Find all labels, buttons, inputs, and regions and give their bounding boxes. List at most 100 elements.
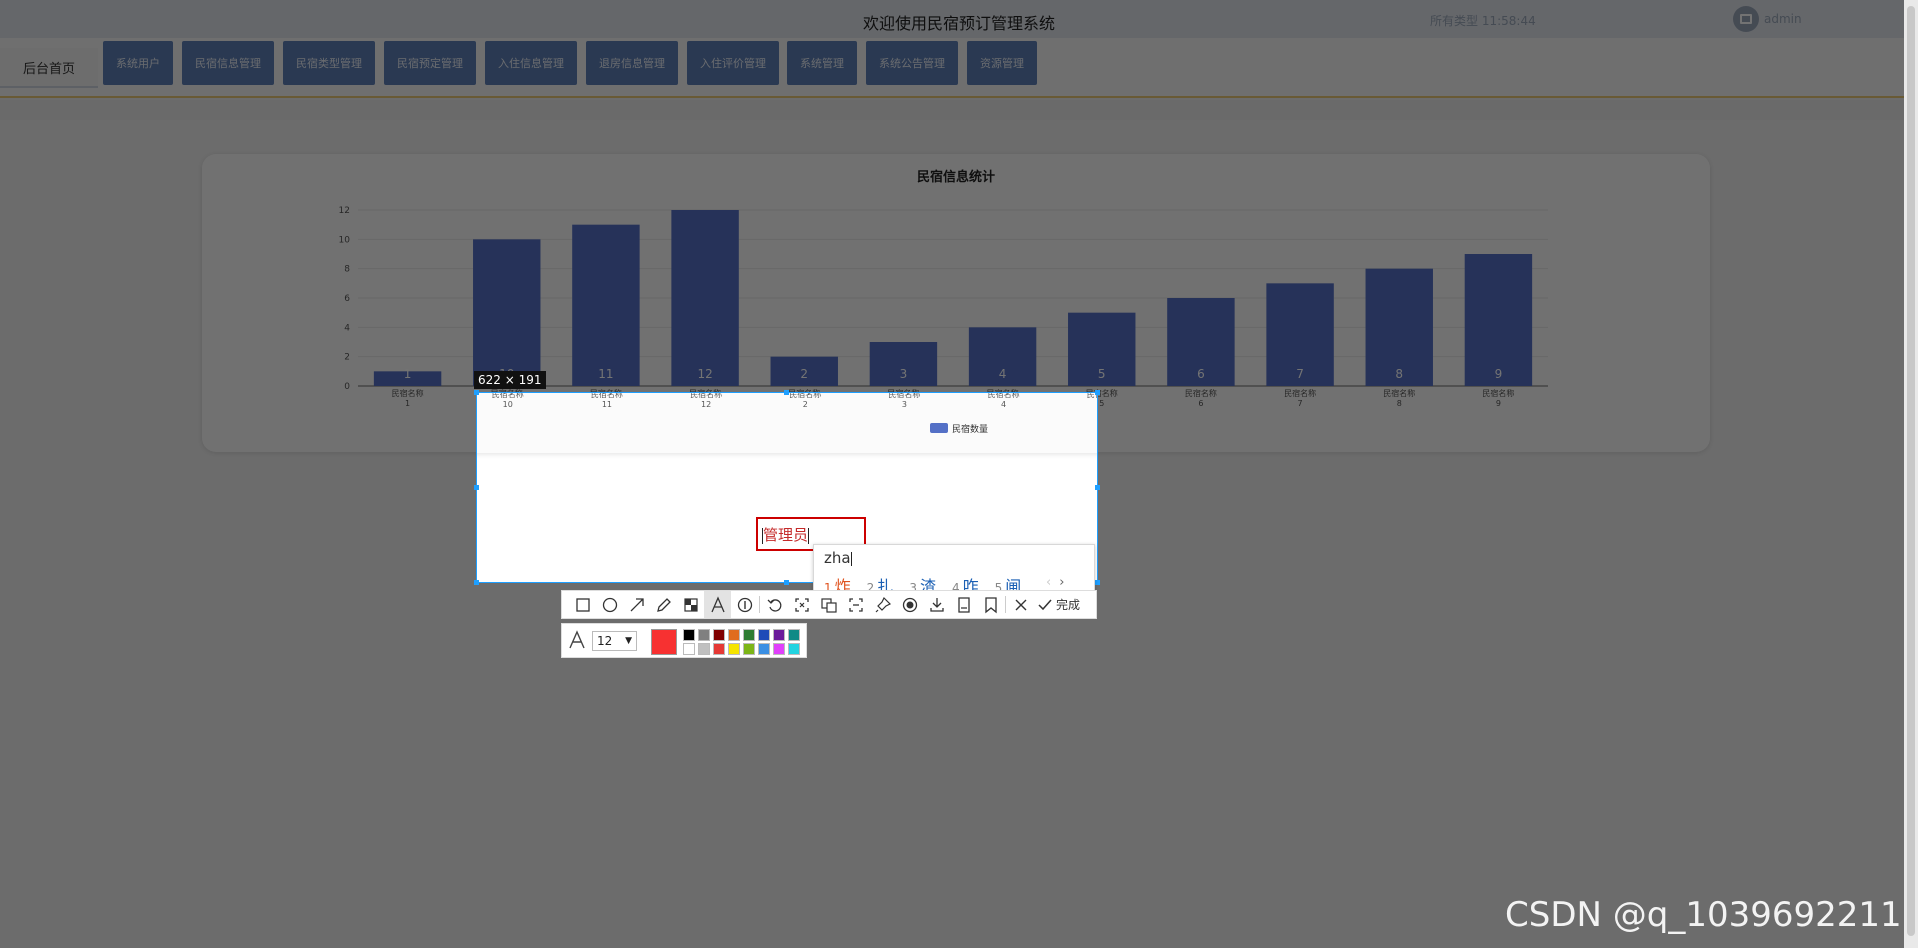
ime-next-page[interactable]: › bbox=[1059, 575, 1064, 590]
x-tick-label: 民宿名称 bbox=[1383, 388, 1415, 398]
pencil-icon bbox=[656, 597, 671, 612]
color-swatch[interactable] bbox=[743, 643, 755, 655]
current-color-swatch[interactable] bbox=[651, 629, 677, 655]
captured-chart-card: 0246810121民宿名称110民宿名称1011民宿名称1112民宿名称122… bbox=[477, 392, 1097, 453]
close-tool[interactable] bbox=[1007, 591, 1034, 618]
resize-handle-w[interactable] bbox=[474, 485, 479, 490]
extract-icon bbox=[848, 597, 863, 612]
color-swatch[interactable] bbox=[728, 629, 740, 641]
user-name[interactable]: admin bbox=[1764, 12, 1802, 26]
captured-x-tick-label: 民宿名称 bbox=[690, 392, 722, 399]
pencil-tool[interactable] bbox=[650, 591, 677, 618]
x-tick-label: 民宿名称 bbox=[1284, 388, 1316, 398]
captured-x-tick-label: 4 bbox=[1001, 400, 1006, 409]
resize-handle-sw[interactable] bbox=[474, 580, 479, 585]
font-icon bbox=[569, 630, 585, 649]
resize-handle-nw[interactable] bbox=[474, 390, 479, 395]
nav-item-3[interactable]: 民宿类型管理 bbox=[283, 41, 375, 85]
nav-item-10[interactable]: 资源管理 bbox=[967, 41, 1037, 85]
font-size-select[interactable]: 12 ▼ bbox=[592, 631, 637, 651]
nav-item-2[interactable]: 民宿信息管理 bbox=[182, 41, 274, 85]
save-tool[interactable] bbox=[950, 591, 977, 618]
color-swatch[interactable] bbox=[698, 629, 710, 641]
font-size-value: 12 bbox=[597, 634, 613, 648]
color-swatch[interactable] bbox=[683, 629, 695, 641]
bar[interactable] bbox=[473, 239, 541, 386]
ellipse-tool[interactable] bbox=[596, 591, 623, 618]
nav-item-8[interactable]: 系统管理 bbox=[787, 41, 857, 85]
color-swatch[interactable] bbox=[698, 643, 710, 655]
bar[interactable] bbox=[671, 210, 739, 386]
resize-handle-e[interactable] bbox=[1095, 485, 1100, 490]
color-swatch[interactable] bbox=[713, 629, 725, 641]
captured-x-tick-label: 民宿名称 bbox=[988, 392, 1020, 399]
captured-x-tick-label: 民宿名称 bbox=[888, 392, 920, 399]
pin-tool[interactable] bbox=[869, 591, 896, 618]
text-caret-end bbox=[808, 527, 810, 544]
nav-item-7[interactable]: 入住评价管理 bbox=[687, 41, 779, 85]
avatar[interactable] bbox=[1733, 6, 1759, 32]
number-tool[interactable] bbox=[731, 591, 758, 618]
resize-handle-n[interactable] bbox=[784, 390, 789, 395]
nav-item-1[interactable]: 系统用户 bbox=[103, 41, 173, 85]
bar[interactable] bbox=[572, 224, 640, 386]
color-swatch[interactable] bbox=[743, 629, 755, 641]
data-label: 9 bbox=[1495, 367, 1503, 381]
resize-handle-se[interactable] bbox=[1095, 580, 1100, 585]
ime-caret bbox=[850, 551, 852, 566]
color-swatch[interactable] bbox=[788, 629, 800, 641]
pin-icon bbox=[875, 596, 891, 612]
avatar-icon bbox=[1740, 14, 1752, 24]
color-swatch[interactable] bbox=[758, 629, 770, 641]
rectangle-tool[interactable] bbox=[569, 591, 596, 618]
ime-prev-page[interactable]: ‹ bbox=[1046, 575, 1051, 590]
color-swatch[interactable] bbox=[788, 643, 800, 655]
captured-x-tick-label: 3 bbox=[902, 400, 907, 409]
nav-item-5[interactable]: 入住信息管理 bbox=[485, 41, 577, 85]
color-swatch[interactable] bbox=[728, 643, 740, 655]
download-tool[interactable] bbox=[923, 591, 950, 618]
done-button[interactable]: 完成 bbox=[1036, 596, 1080, 614]
nav-item-4[interactable]: 民宿预定管理 bbox=[384, 41, 476, 85]
scrollbar-thumb[interactable] bbox=[1907, 6, 1915, 936]
record-tool[interactable] bbox=[896, 591, 923, 618]
color-swatch[interactable] bbox=[773, 643, 785, 655]
nav-item-6[interactable]: 退房信息管理 bbox=[586, 41, 678, 85]
captured-x-tick-label: 民宿名称 bbox=[492, 392, 524, 399]
captured-x-tick-label: 10 bbox=[503, 400, 513, 409]
captured-x-tick-label: 民宿名称 bbox=[591, 392, 623, 399]
x-tick-label: 民宿名称 bbox=[392, 388, 424, 398]
y-tick-label: 6 bbox=[344, 294, 350, 304]
captured-legend-label[interactable]: 民宿数量 bbox=[952, 423, 988, 435]
data-label: 8 bbox=[1395, 367, 1403, 381]
bookmark-tool[interactable] bbox=[977, 591, 1004, 618]
color-swatch[interactable] bbox=[758, 643, 770, 655]
translate-icon bbox=[820, 597, 837, 613]
resize-handle-s[interactable] bbox=[784, 580, 789, 585]
undo-tool[interactable] bbox=[761, 591, 788, 618]
arrow-tool[interactable] bbox=[623, 591, 650, 618]
x-tick-label: 7 bbox=[1298, 399, 1303, 408]
captured-x-tick-label: 11 bbox=[602, 400, 612, 409]
sub-bar bbox=[0, 100, 1918, 120]
nav-item-9[interactable]: 系统公告管理 bbox=[866, 41, 958, 85]
color-swatch[interactable] bbox=[683, 643, 695, 655]
toolbar-divider bbox=[759, 596, 760, 613]
text-tool[interactable] bbox=[704, 591, 731, 618]
color-swatch[interactable] bbox=[713, 643, 725, 655]
x-tick-label: 6 bbox=[1198, 399, 1203, 408]
nav-bar: 后台首页 系统用户 民宿信息管理 民宿类型管理 民宿预定管理 入住信息管理 退房信息管理入… bbox=[0, 38, 1918, 98]
x-tick-label: 5 bbox=[1099, 399, 1104, 408]
translate-tool[interactable] bbox=[815, 591, 842, 618]
color-swatch[interactable] bbox=[773, 629, 785, 641]
extract-tool[interactable] bbox=[842, 591, 869, 618]
captured-x-tick-label: 2 bbox=[803, 400, 808, 409]
resize-handle-ne[interactable] bbox=[1095, 390, 1100, 395]
mosaic-tool[interactable] bbox=[677, 591, 704, 618]
app-title: 欢迎使用民宿预订管理系统 bbox=[862, 14, 1055, 33]
done-label: 完成 bbox=[1056, 598, 1081, 612]
nav-home-tab[interactable]: 后台首页 bbox=[0, 48, 98, 88]
ocr-tool[interactable] bbox=[788, 591, 815, 618]
scrollbar[interactable] bbox=[1904, 0, 1918, 948]
save-icon bbox=[957, 596, 970, 613]
